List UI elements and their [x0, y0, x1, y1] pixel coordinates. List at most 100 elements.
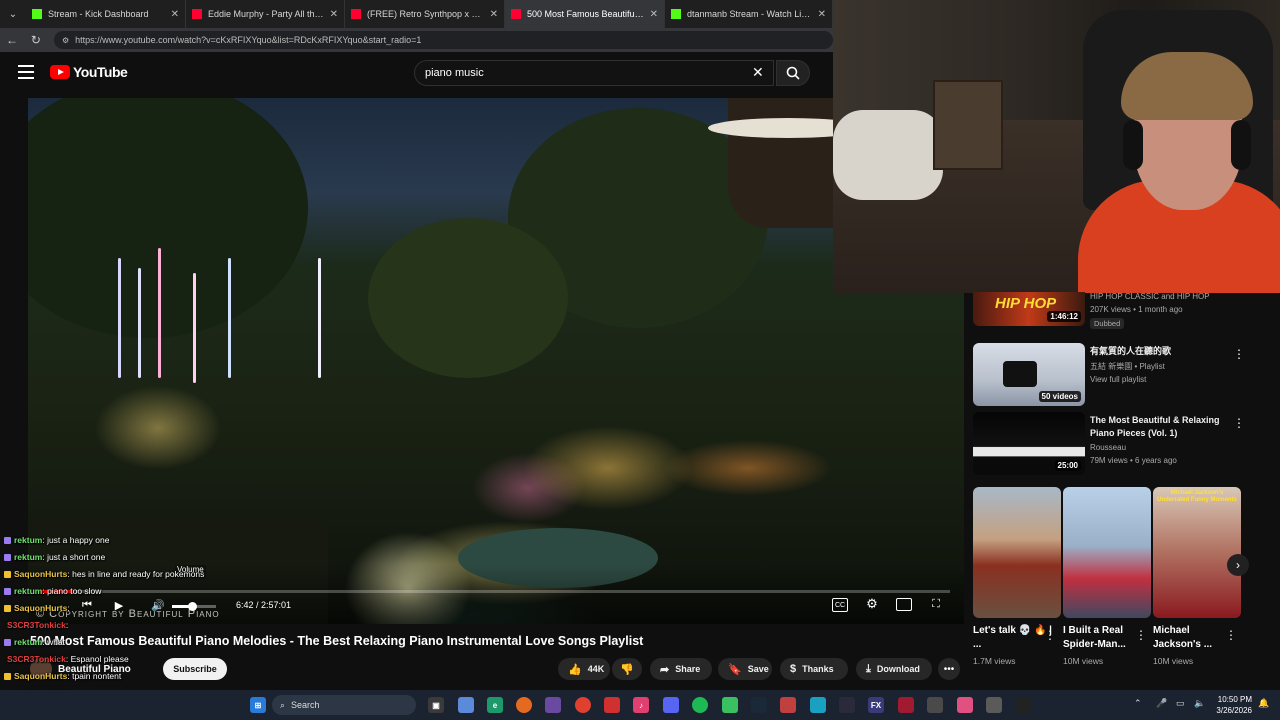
video-meta: 207K views • 1 month ago: [1090, 305, 1183, 314]
windows-taskbar: ⊞ ⌕ Search ▣ e ♪ FX ⌃ 🎤 ▭ 🔈 10:50 PM 3/2…: [0, 690, 1280, 720]
chat-username[interactable]: S3CR3Tonkick: [7, 620, 66, 630]
settings-gear-icon[interactable]: ⚙: [864, 596, 880, 612]
notification-icon[interactable]: 🔔: [1258, 698, 1269, 709]
app-icon[interactable]: [545, 697, 561, 713]
app-icon[interactable]: [780, 697, 796, 713]
calculator-icon[interactable]: [927, 697, 943, 713]
chat-username[interactable]: SaquonHurts: [14, 603, 67, 613]
short-thumbnail[interactable]: [973, 487, 1061, 618]
search-value: piano music: [425, 67, 484, 79]
save-label: Save: [747, 664, 769, 674]
chat-username[interactable]: S3CR3Tonkick: [7, 654, 66, 664]
chat-username[interactable]: SaquonHurts: [14, 569, 67, 579]
browser-tab[interactable]: (FREE) Retro Synthpop x 80's Pop ✕: [345, 0, 505, 28]
youtube-logo[interactable]: YouTube: [50, 64, 128, 80]
short-thumbnail[interactable]: Michael Jackson's Underrated Funny Momen…: [1153, 487, 1241, 618]
dislike-button[interactable]: 👎: [612, 658, 642, 680]
tab-close-icon[interactable]: ✕: [818, 9, 826, 20]
short-title[interactable]: I Built a Real Spider-Man...: [1063, 624, 1143, 652]
browser-tab-active[interactable]: 500 Most Famous Beautiful P ✕: [505, 0, 665, 28]
tab-close-icon[interactable]: ✕: [650, 9, 658, 20]
recommended-playlist[interactable]: 50 videos 有氣質的人在聽的歌 五結 新樂園 • Playlist Vi…: [973, 343, 1273, 408]
app-icon[interactable]: [810, 697, 826, 713]
playlist-thumbnail[interactable]: 50 videos: [973, 343, 1085, 406]
steam-icon[interactable]: [751, 697, 767, 713]
menu-icon[interactable]: [18, 65, 34, 79]
app-icon[interactable]: [722, 697, 738, 713]
clear-search-icon[interactable]: ✕: [752, 64, 764, 81]
video-thumbnail[interactable]: 25:00: [973, 412, 1085, 475]
windows-start-icon[interactable]: ⊞: [250, 697, 266, 713]
browser-tab[interactable]: Stream - Kick Dashboard ✕: [26, 0, 186, 28]
like-button[interactable]: 👍 44K: [558, 658, 610, 680]
recommended-video[interactable]: HIP HOP 1:46:12 HIP HOP CLASSIC and HIP …: [973, 292, 1273, 342]
video-title[interactable]: The Most Beautiful & Relaxing Piano Piec…: [1090, 414, 1240, 440]
chat-username[interactable]: rektum: [14, 552, 42, 562]
music-icon[interactable]: ♪: [633, 697, 649, 713]
more-options-icon[interactable]: ⋮: [1233, 416, 1245, 430]
tab-search-button[interactable]: ⌄: [0, 0, 26, 28]
tab-title: Stream - Kick Dashboard: [48, 9, 149, 19]
app-icon[interactable]: [957, 697, 973, 713]
chat-username[interactable]: rektum: [14, 535, 42, 545]
more-options-icon[interactable]: ⋮: [1135, 628, 1147, 642]
back-arrow-icon[interactable]: ←: [0, 33, 24, 47]
tab-close-icon[interactable]: ✕: [171, 9, 179, 20]
edge-icon[interactable]: e: [487, 697, 503, 713]
app-icon[interactable]: FX: [868, 697, 884, 713]
more-actions-icon[interactable]: •••: [938, 658, 960, 680]
speaker-icon[interactable]: 🔈: [1194, 698, 1205, 709]
app-icon[interactable]: [986, 697, 1002, 713]
short-thumbnail[interactable]: [1063, 487, 1151, 618]
more-options-icon[interactable]: ⋮: [1225, 628, 1237, 642]
download-button[interactable]: ⤓ Download: [856, 658, 932, 680]
more-options-icon[interactable]: ⋮: [1044, 628, 1056, 642]
save-button[interactable]: 🔖 Save: [718, 658, 772, 680]
tab-close-icon[interactable]: ✕: [490, 9, 498, 20]
miniplayer-icon[interactable]: [896, 598, 912, 611]
chrome-icon[interactable]: [575, 697, 591, 713]
obs-icon[interactable]: [839, 697, 855, 713]
app-icon[interactable]: [604, 697, 620, 713]
search-button[interactable]: [776, 60, 810, 86]
site-info-icon[interactable]: ⚙: [62, 36, 69, 45]
browser-tab[interactable]: dtanmanb Stream - Watch Live on ✕: [665, 0, 833, 28]
taskbar-search[interactable]: ⌕ Search: [272, 695, 416, 715]
tab-close-icon[interactable]: ✕: [330, 9, 338, 20]
video-scene-light: [158, 248, 161, 378]
fullscreen-icon[interactable]: ⛶: [928, 596, 944, 612]
chat-username[interactable]: rektum: [14, 637, 42, 647]
browser-tab[interactable]: Eddie Murphy - Party All the Time ✕: [186, 0, 345, 28]
chat-username[interactable]: SaquonHurts: [14, 671, 67, 681]
chevron-right-icon[interactable]: ›: [1227, 554, 1249, 576]
short-title[interactable]: Let's talk 💀 🔥 | ...: [973, 624, 1053, 652]
tab-title: Eddie Murphy - Party All the Time: [208, 9, 324, 19]
network-icon[interactable]: ▭: [1176, 698, 1185, 709]
share-button[interactable]: ➦ Share: [650, 658, 712, 680]
recommended-video[interactable]: 25:00 The Most Beautiful & Relaxing Pian…: [973, 412, 1273, 477]
task-view-icon[interactable]: ▣: [428, 697, 444, 713]
chevron-up-icon[interactable]: ⌃: [1134, 698, 1142, 709]
subtitles-icon[interactable]: CC: [832, 598, 848, 612]
chat-username[interactable]: rektum: [14, 586, 42, 596]
search-input[interactable]: piano music: [414, 60, 774, 86]
reload-icon[interactable]: ↻: [24, 33, 48, 47]
chat-message: rektum: what: [4, 634, 304, 651]
video-title[interactable]: 有氣質的人在聽的歌: [1090, 345, 1240, 358]
short-title[interactable]: Michael Jackson's ...: [1153, 624, 1233, 652]
firefox-icon[interactable]: [516, 697, 532, 713]
thanks-button[interactable]: $ Thanks: [780, 658, 848, 680]
app-icon[interactable]: [458, 697, 474, 713]
video-thumbnail[interactable]: HIP HOP 1:46:12: [973, 292, 1085, 326]
app-icon[interactable]: [898, 697, 914, 713]
view-playlist-link[interactable]: View full playlist: [1090, 375, 1146, 384]
taskbar-clock[interactable]: 10:50 PM 3/26/2026: [1212, 694, 1252, 716]
microphone-icon[interactable]: 🎤: [1156, 698, 1167, 709]
terminal-icon[interactable]: [1015, 697, 1031, 713]
more-options-icon[interactable]: ⋮: [1233, 347, 1245, 361]
youtube-play-icon: [50, 65, 70, 79]
spotify-icon[interactable]: [692, 697, 708, 713]
discord-icon[interactable]: [663, 697, 679, 713]
dubbed-badge: Dubbed: [1090, 318, 1125, 329]
url-field[interactable]: ⚙ https://www.youtube.com/watch?v=cKxRFI…: [53, 31, 833, 49]
